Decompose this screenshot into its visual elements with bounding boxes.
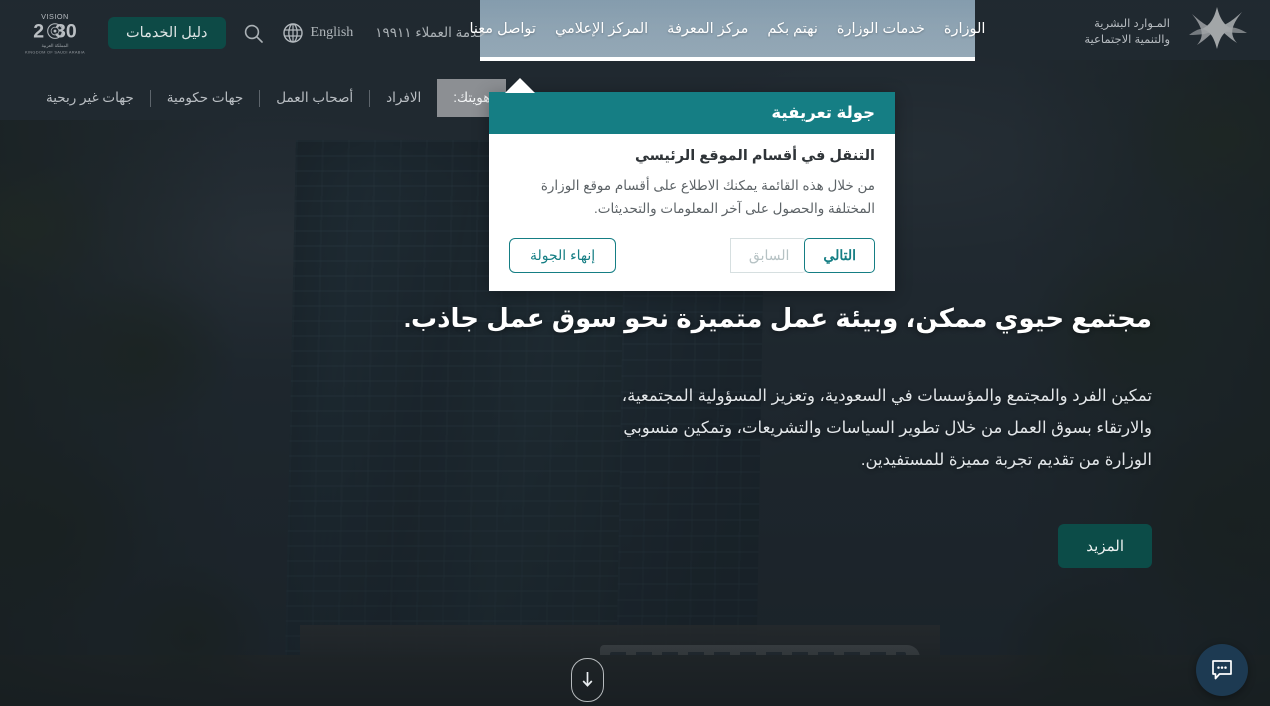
services-guide-button[interactable]: دليل الخدمات	[108, 16, 226, 50]
globe-icon	[282, 23, 303, 43]
chat-widget-button[interactable]	[1196, 644, 1248, 696]
ministry-name: المـوارد البشرية والتنمية الاجتماعية	[1084, 17, 1170, 48]
hero-title: مجتمع حيوي ممكن، وبيئة عمل متميزة نحو سو…	[403, 303, 1152, 333]
tour-step-text: من خلال هذه القائمة يمكنك الاطلاع على أق…	[540, 178, 875, 217]
main-navigation: الوزارة خدمات الوزارة نهتم بكم مركز المع…	[470, 0, 986, 57]
ministry-star-icon	[1189, 7, 1247, 49]
tour-pointer-arrow	[505, 78, 535, 93]
svg-text:KINGDOM OF SAUDI ARABIA: KINGDOM OF SAUDI ARABIA	[25, 49, 85, 54]
header-right-group: المـوارد البشرية والتنمية الاجتماعية	[1084, 0, 1270, 66]
hero-content: مجتمع حيوي ممكن، وبيئة عمل متميزة نحو سو…	[0, 300, 1270, 568]
tour-previous-button: السابق	[729, 238, 808, 274]
more-button[interactable]: المزيد	[1058, 524, 1152, 568]
site-header: VISION 2 30 المملكة العربية KINGDOM OF S…	[0, 0, 1270, 66]
subnav-item-employers[interactable]: أصحاب العمل	[260, 90, 369, 106]
tour-next-button[interactable]: التالي	[804, 238, 875, 274]
ministry-name-line1: المـوارد البشرية	[1094, 18, 1170, 31]
tour-highlight-underline	[480, 57, 975, 61]
subnav-item-individuals[interactable]: الافراد	[370, 90, 437, 106]
tour-title: جولة تعريفية	[489, 92, 895, 134]
svg-text:VISION: VISION	[41, 12, 69, 21]
ministry-name-line2: والتنمية الاجتماعية	[1084, 34, 1170, 46]
nav-item-media-center[interactable]: المركز الإعلامي	[555, 21, 648, 37]
language-switcher[interactable]: English	[282, 22, 354, 44]
tour-popover: جولة تعريفية التنقل في أقسام الموقع الرئ…	[489, 92, 895, 292]
subnav-item-government-entities[interactable]: جهات حكومية	[151, 90, 259, 106]
nav-item-contact-us[interactable]: تواصل معنا	[470, 21, 536, 37]
tour-step-heading: التنقل في أقسام الموقع الرئيسي	[634, 148, 875, 164]
tour-body: التنقل في أقسام الموقع الرئيسي من خلال ه…	[489, 134, 895, 226]
nav-item-knowledge-center[interactable]: مركز المعرفة	[667, 21, 748, 37]
nav-item-we-care[interactable]: نهتم بكم	[767, 21, 817, 37]
scroll-down-indicator[interactable]	[571, 658, 604, 702]
tour-footer: التالي السابق إنهاء الجولة	[489, 226, 895, 291]
nav-item-ministry-services[interactable]: خدمات الوزارة	[837, 21, 925, 37]
page-stage: مجتمع حيوي ممكن، وبيئة عمل متميزة نحو سو…	[0, 0, 1270, 706]
header-left-group: VISION 2 30 المملكة العربية KINGDOM OF S…	[0, 0, 486, 66]
tour-nav-group: التالي السابق	[729, 238, 875, 274]
language-label: English	[310, 25, 354, 40]
search-icon	[244, 24, 263, 43]
tour-end-button[interactable]: إنهاء الجولة	[509, 238, 617, 274]
svg-text:المملكة العربية: المملكة العربية	[42, 43, 69, 48]
hero-paragraph: تمكين الفرد والمجتمع والمؤسسات في السعود…	[621, 386, 1152, 470]
search-button[interactable]	[242, 21, 266, 45]
nav-item-ministry[interactable]: الوزارة	[944, 21, 986, 37]
ministry-logo[interactable]: المـوارد البشرية والتنمية الاجتماعية	[1084, 3, 1254, 63]
arrow-down-icon	[582, 672, 593, 687]
vision-2030-logo[interactable]: VISION 2 30 المملكة العربية KINGDOM OF S…	[16, 9, 94, 57]
subnav-item-nonprofit-entities[interactable]: جهات غير ربحية	[30, 90, 150, 106]
secondary-navigation-items: هويتك: الافراد أصحاب العمل جهات حكومية ج…	[0, 79, 512, 117]
chat-bubble-icon	[1212, 660, 1232, 680]
